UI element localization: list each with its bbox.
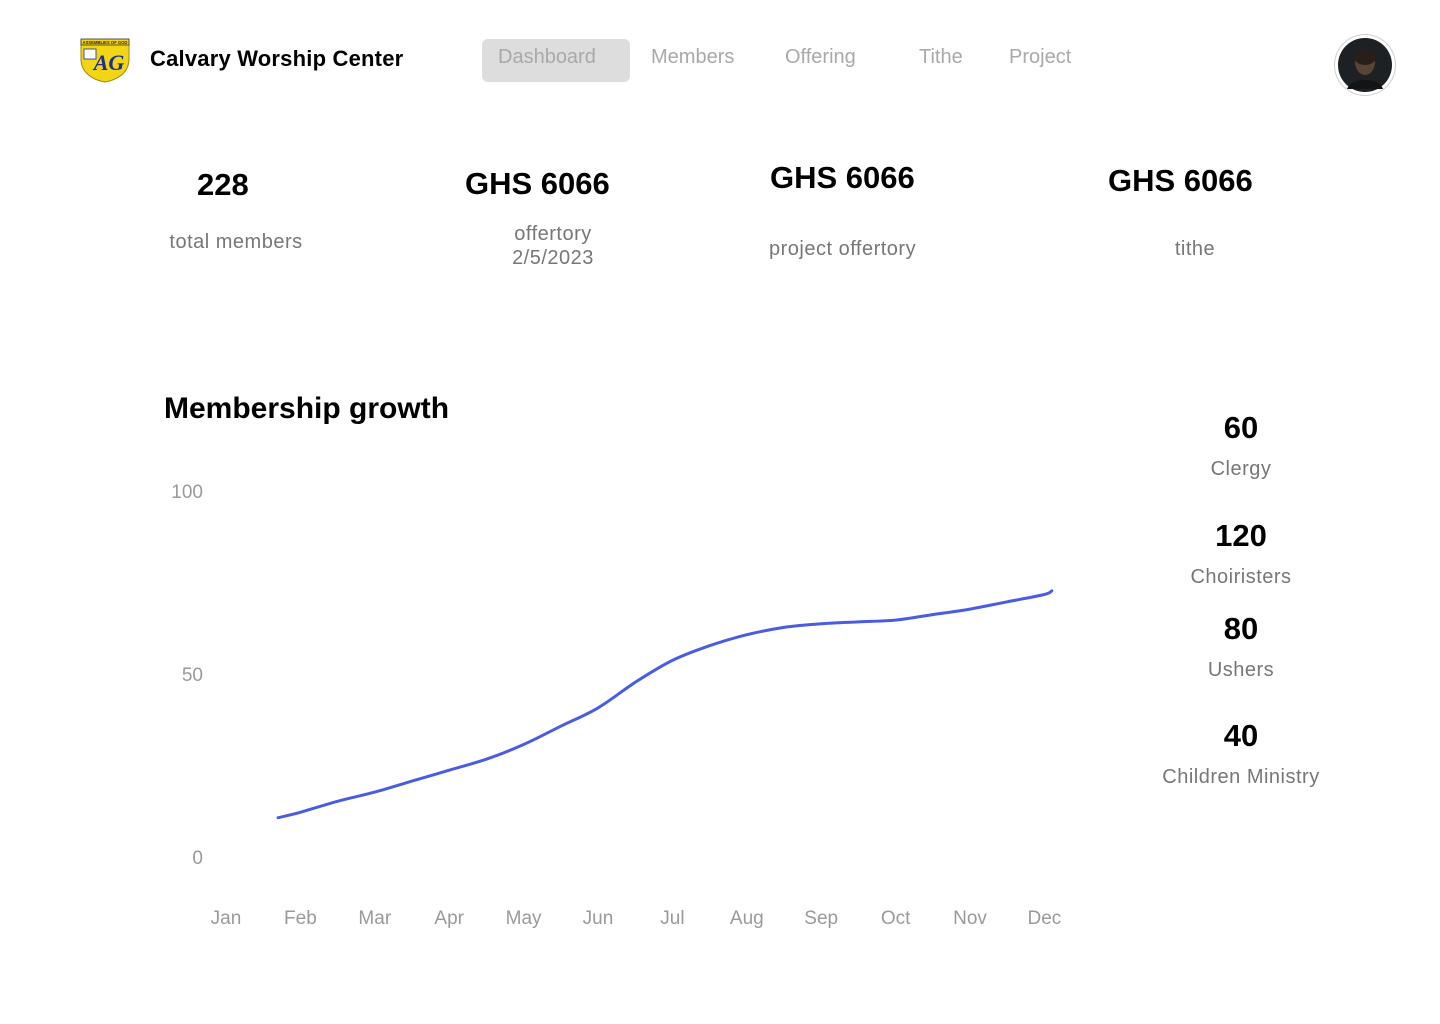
stat-project-offertory-value: GHS 6066 [770, 160, 915, 195]
x-tick-label: Nov [953, 908, 987, 929]
logo-letters: AG [92, 50, 125, 75]
church-name: Calvary Worship Center [150, 46, 404, 71]
chart-series [276, 589, 1054, 820]
stat-offertory-value: GHS 6066 [465, 166, 610, 201]
y-tick-label: 0 [192, 848, 203, 869]
x-axis-ticks: Jan Feb Mar Apr May Jun Jul Aug Sep Oct Nov Dec [211, 908, 1062, 929]
group-children-ministry-count: 40 [1223, 718, 1259, 753]
church-logo: ASSEMBLIES OF GOD AG [79, 37, 131, 83]
x-tick-label: Oct [881, 908, 911, 929]
group-ushers-label: Ushers [1207, 659, 1275, 681]
y-axis-ticks: 0 50 100 [171, 482, 203, 869]
group-clergy-label: Clergy [1210, 458, 1272, 480]
stat-offertory-label: offertory [514, 223, 592, 245]
x-tick-label: Apr [434, 908, 464, 929]
x-tick-label: Dec [1028, 908, 1062, 929]
group-clergy-count: 60 [1223, 410, 1259, 445]
assemblies-of-god-logo-icon: ASSEMBLIES OF GOD AG [80, 38, 130, 83]
nav-project[interactable]: Project [1009, 46, 1071, 69]
membership-growth-line [276, 589, 1054, 820]
y-tick-label: 50 [182, 665, 203, 686]
x-tick-label: Jun [583, 908, 614, 929]
x-tick-label: Mar [358, 908, 391, 929]
nav-tithe[interactable]: Tithe [919, 46, 963, 69]
user-avatar-icon [1338, 38, 1392, 92]
stat-total-members-value: 228 [197, 167, 249, 202]
nav-offering[interactable]: Offering [785, 46, 856, 69]
membership-growth-chart: 0 50 100 Jan Feb Mar Apr May Jun Jul Aug Sep Oct Nov… [171, 482, 1062, 929]
x-tick-label: Feb [284, 908, 317, 929]
x-tick-label: Jan [211, 908, 242, 929]
y-tick-label: 100 [171, 482, 203, 503]
stat-offertory-date: 2/5/2023 [512, 247, 594, 269]
x-tick-label: Sep [804, 908, 838, 929]
group-ushers-count: 80 [1223, 611, 1259, 646]
x-tick-label: May [506, 908, 542, 929]
group-children-ministry-label: Children Ministry [1162, 766, 1320, 788]
chart-title: Membership growth [164, 392, 450, 425]
group-choiristers-label: Choiristers [1190, 566, 1292, 588]
user-avatar[interactable] [1335, 35, 1395, 95]
group-choiristers-count: 120 [1215, 518, 1267, 553]
nav-dashboard[interactable]: Dashboard [498, 46, 596, 69]
stat-project-offertory-label: project offertory [769, 238, 917, 260]
x-tick-label: Aug [730, 908, 764, 929]
stat-tithe-value: GHS 6066 [1108, 163, 1253, 198]
logo-banner-text: ASSEMBLIES OF GOD [83, 40, 128, 45]
x-tick-label: Jul [660, 908, 684, 929]
stat-tithe-label: tithe [1174, 238, 1216, 260]
stat-total-members-label: total members [169, 231, 303, 253]
nav-members[interactable]: Members [651, 46, 734, 69]
